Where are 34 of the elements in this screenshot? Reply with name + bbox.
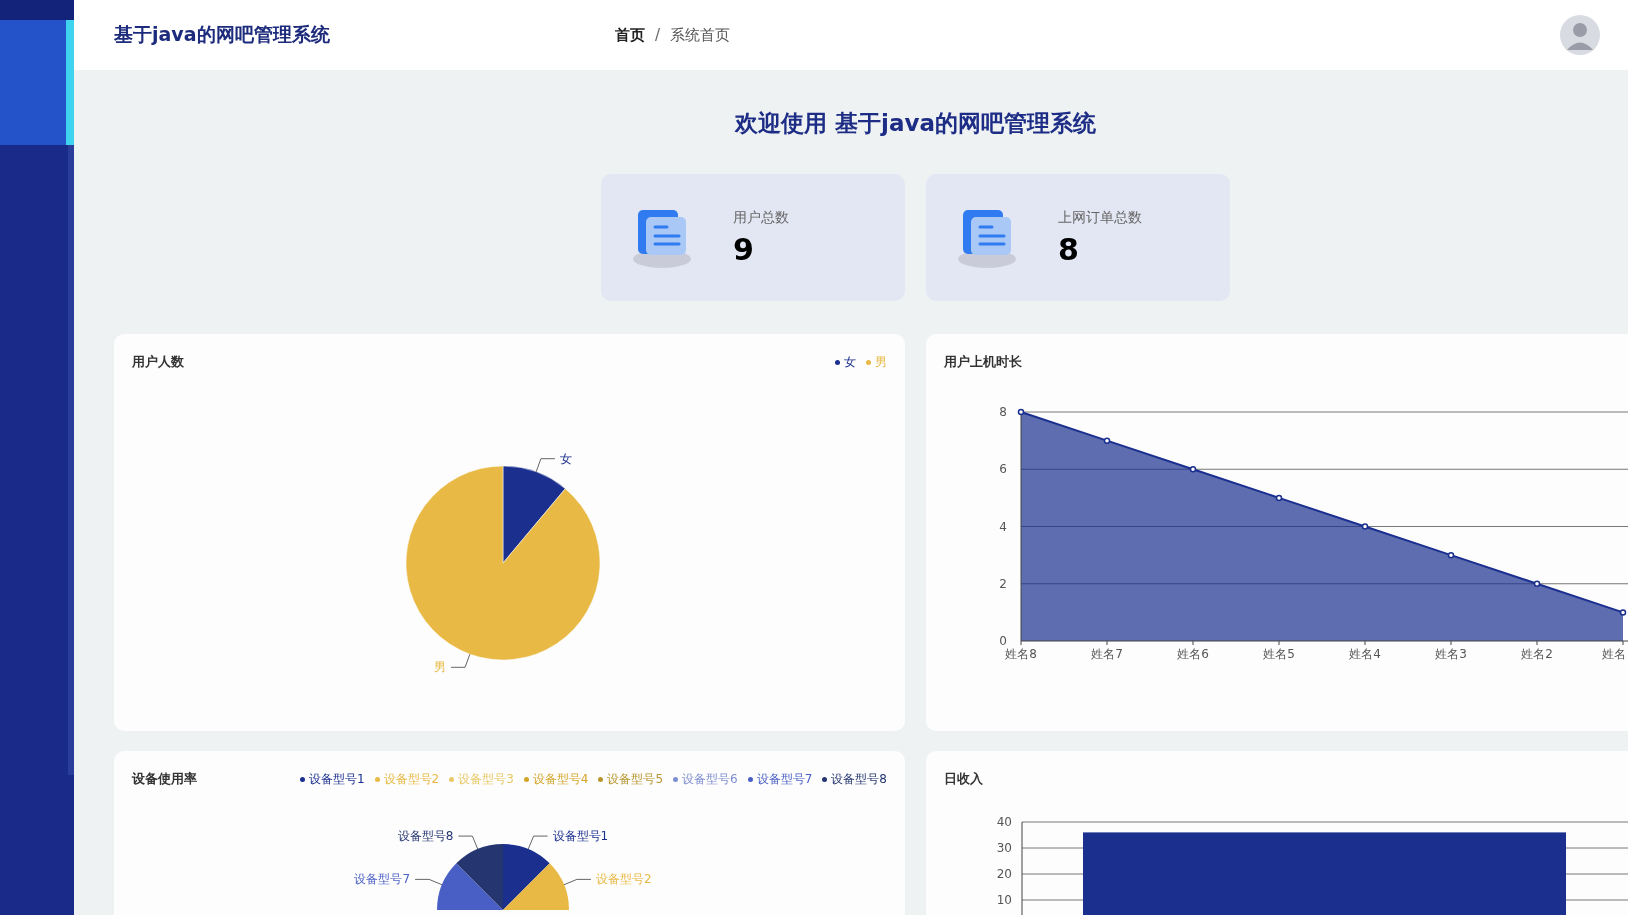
axis-label: 6 (999, 462, 1007, 477)
axis-label: 姓名2 (1521, 647, 1553, 661)
welcome-title: 欢迎使用 基于java的网吧管理系统 (733, 109, 1097, 137)
axis-label: 0 (999, 634, 1007, 648)
axis-label: 40 (996, 815, 1012, 829)
panel-title: 日收入 (944, 770, 983, 788)
axis-label: 姓名3 (1435, 647, 1467, 661)
axis-label: 姓名8 (1005, 647, 1037, 661)
slice-label: 女 (559, 451, 572, 466)
axis-label: 8 (999, 405, 1007, 419)
app-title: 基于java的网吧管理系统 (113, 22, 331, 47)
stat-label: 上网订单总数 (1058, 208, 1142, 227)
axis-label: 10 (996, 893, 1012, 907)
axis-label: 姓名6 (1177, 647, 1209, 661)
panel-title: 设备使用率 (132, 770, 197, 788)
stat-value: 8 (1058, 232, 1080, 267)
stat-value: 9 (733, 232, 755, 267)
slice-label: 设备型号2 (595, 872, 652, 887)
panel-title: 用户上机时长 (944, 353, 1022, 371)
slice-label: 男 (434, 660, 447, 675)
axis-label: 姓名 (1602, 647, 1626, 661)
axis-label: 姓名4 (1349, 647, 1381, 661)
axis-label: 姓名5 (1263, 647, 1295, 661)
axis-label: 20 (996, 867, 1012, 881)
breadcrumb-separator: / (655, 26, 661, 44)
axis-label: 2 (999, 576, 1007, 591)
stat-label: 用户总数 (733, 208, 789, 227)
panel-title: 用户人数 (132, 353, 184, 371)
slice-label: 设备型号7 (354, 872, 411, 887)
slice-label: 设备型号8 (397, 829, 454, 844)
slice-label: 设备型号1 (552, 829, 609, 844)
axis-label: 姓名7 (1091, 647, 1123, 661)
axis-label: 4 (999, 519, 1007, 534)
axis-label: 30 (996, 841, 1012, 855)
